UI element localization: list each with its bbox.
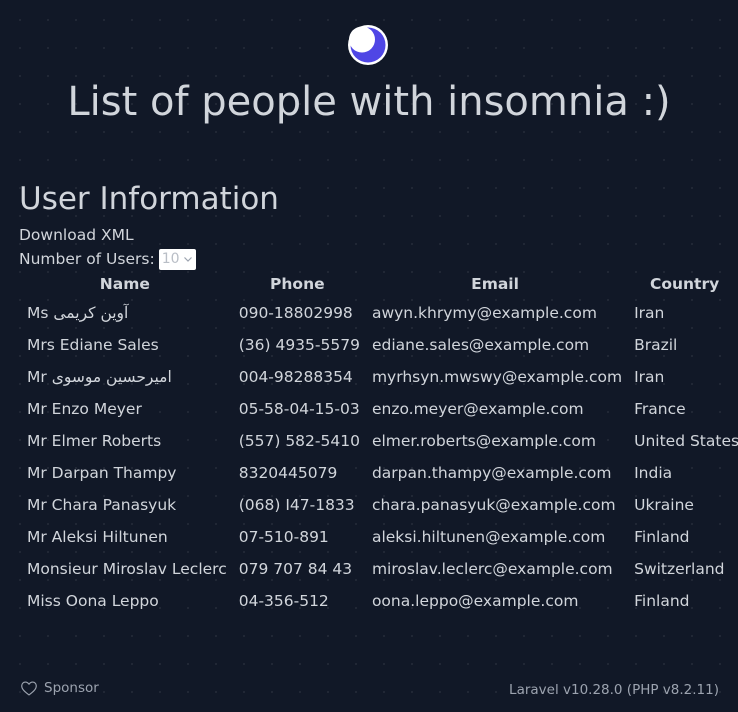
cell-email: darpan.thampy@example.com — [371, 464, 612, 482]
cell-name: Mr Enzo Meyer — [27, 400, 142, 418]
table-row: Mr Elmer Roberts (557) 582-5410 elmer.ro… — [19, 425, 738, 457]
chevron-down-icon — [183, 256, 192, 262]
column-header-country: Country — [649, 275, 720, 293]
cell-email: aleksi.hiltunen@example.com — [371, 528, 606, 546]
cell-country: India — [634, 464, 673, 482]
table-header-row: Name Phone Email Country — [19, 271, 738, 297]
cell-name: Mr Aleksi Hiltunen — [27, 528, 168, 546]
cell-country: Finland — [634, 528, 690, 546]
cell-email: ediane.sales@example.com — [371, 336, 590, 354]
cell-country: United States — [634, 432, 738, 450]
cell-country: Iran — [634, 304, 665, 322]
column-header-phone: Phone — [270, 275, 325, 293]
cell-email: oona.leppo@example.com — [371, 592, 579, 610]
users-count-selected-value: 10 — [161, 250, 180, 267]
cell-name: Mr امیرحسین موسوی — [27, 368, 172, 386]
cell-email: myrhsyn.mwswy@example.com — [371, 368, 623, 386]
cell-phone: (36) 4935-5579 — [238, 336, 360, 354]
users-count-label: Number of Users: — [19, 250, 155, 268]
download-xml-link[interactable]: Download XML — [19, 225, 134, 245]
table-row: Monsieur Miroslav Leclerc 079 707 84 43 … — [19, 553, 738, 585]
moon-icon — [348, 25, 388, 65]
cell-name: Mr Elmer Roberts — [27, 432, 162, 450]
column-header-name: Name — [99, 275, 150, 293]
users-count-select[interactable]: 10 — [158, 248, 196, 270]
cell-name: Mr Chara Panasyuk — [27, 496, 177, 514]
cell-name: Monsieur Miroslav Leclerc — [27, 560, 227, 578]
cell-name: Ms آوین کریمی — [27, 304, 129, 322]
version-info: Laravel v10.28.0 (PHP v8.2.11) — [509, 682, 719, 698]
table-row: Mr Aleksi Hiltunen 07-510-891 aleksi.hil… — [19, 521, 738, 553]
cell-country: Iran — [634, 368, 665, 386]
section-title: User Information — [19, 181, 279, 217]
heart-icon — [21, 681, 37, 696]
cell-email: chara.panasyuk@example.com — [371, 496, 616, 514]
cell-phone: 07-510-891 — [238, 528, 329, 546]
cell-country: France — [634, 400, 686, 418]
sponsor-link[interactable]: Sponsor — [20, 680, 99, 696]
cell-phone: (068) I47-1833 — [238, 496, 355, 514]
cell-phone: 090-18802998 — [238, 304, 353, 322]
cell-name: Miss Oona Leppo — [27, 592, 159, 610]
cell-email: awyn.khrymy@example.com — [371, 304, 597, 322]
users-count-control: Number of Users: 10 — [19, 248, 196, 270]
cell-name: Mr Darpan Thampy — [27, 464, 177, 482]
cell-phone: 079 707 84 43 — [238, 560, 353, 578]
column-header-email: Email — [471, 275, 519, 293]
table-row: Mr امیرحسین موسوی 004-98288354 myrhsyn.m… — [19, 361, 738, 393]
page-title: List of people with insomnia :) — [67, 79, 671, 125]
cell-email: miroslav.leclerc@example.com — [371, 560, 613, 578]
cell-phone: 8320445079 — [238, 464, 338, 482]
cell-phone: 04-356-512 — [238, 592, 329, 610]
table-row: Mr Darpan Thampy 8320445079 darpan.thamp… — [19, 457, 738, 489]
cell-email: enzo.meyer@example.com — [371, 400, 584, 418]
cell-country: Ukraine — [634, 496, 694, 514]
users-table: Name Phone Email Country Ms آوین کریمی 0… — [19, 271, 738, 617]
table-row: Mrs Ediane Sales (36) 4935-5579 ediane.s… — [19, 329, 738, 361]
cell-email: elmer.roberts@example.com — [371, 432, 596, 450]
cell-phone: 004-98288354 — [238, 368, 353, 386]
table-row: Mr Enzo Meyer 05-58-04-15-03 enzo.meyer@… — [19, 393, 738, 425]
cell-country: Switzerland — [634, 560, 725, 578]
sponsor-label: Sponsor — [44, 680, 99, 696]
cell-country: Brazil — [634, 336, 678, 354]
table-row: Ms آوین کریمی 090-18802998 awyn.khrymy@e… — [19, 297, 738, 329]
cell-country: Finland — [634, 592, 690, 610]
cell-name: Mrs Ediane Sales — [27, 336, 159, 354]
cell-phone: 05-58-04-15-03 — [238, 400, 360, 418]
cell-phone: (557) 582-5410 — [238, 432, 360, 450]
table-row: Miss Oona Leppo 04-356-512 oona.leppo@ex… — [19, 585, 738, 617]
table-row: Mr Chara Panasyuk (068) I47-1833 chara.p… — [19, 489, 738, 521]
